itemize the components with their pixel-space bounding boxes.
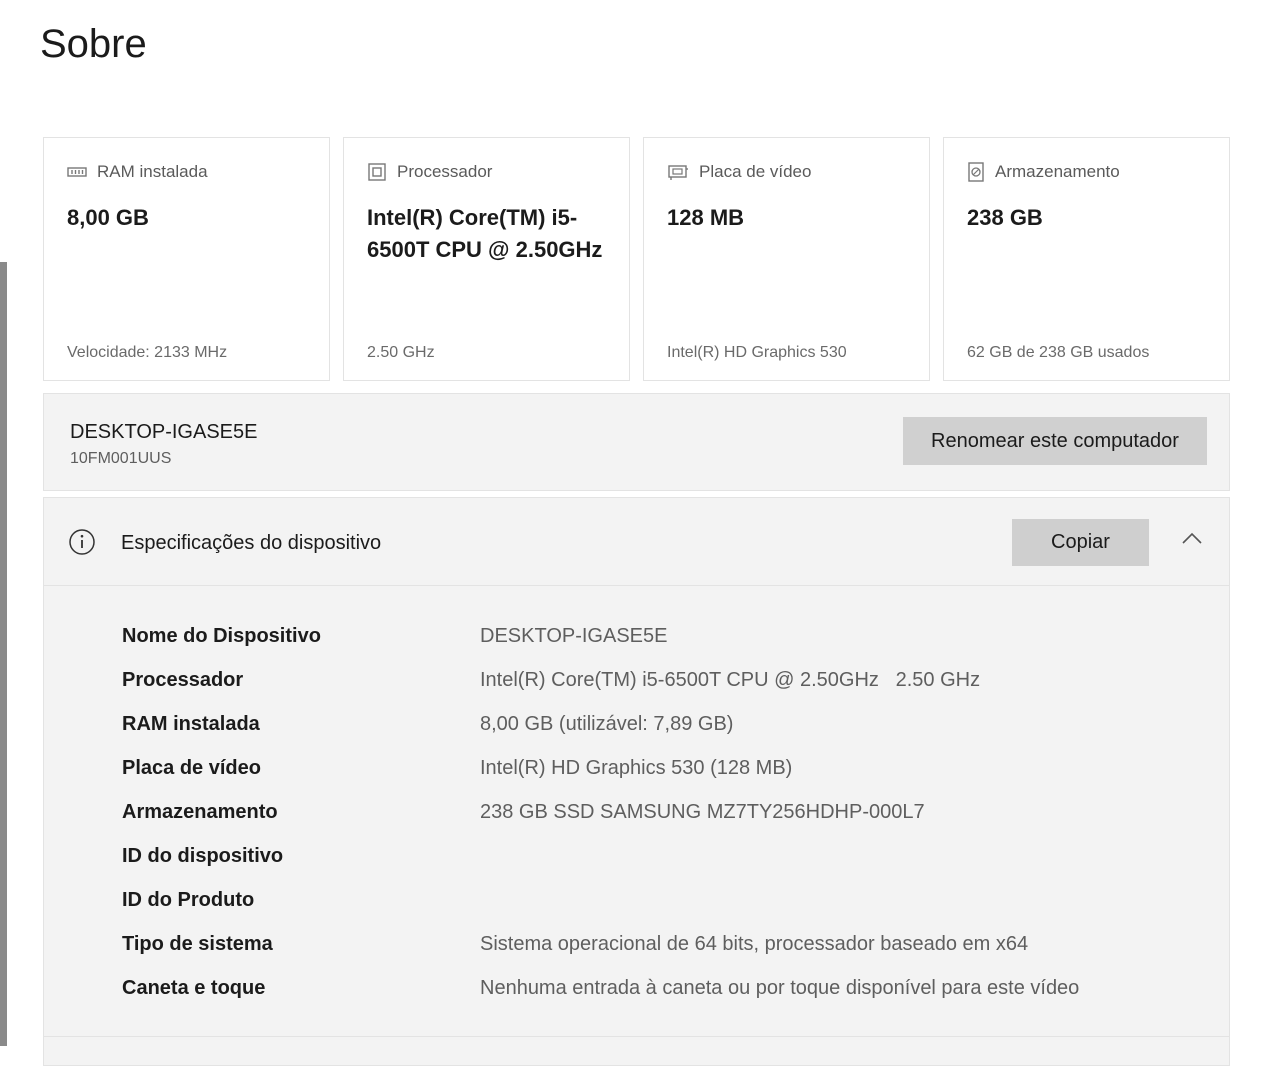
ram-card-footer: Velocidade: 2133 MHz bbox=[67, 344, 228, 361]
spec-row-video-card: Placa de vídeo Intel(R) HD Graphics 530 … bbox=[122, 753, 1202, 783]
video-card: Placa de vídeo 128 MB Intel(R) HD Graphi… bbox=[643, 137, 930, 381]
spec-row-ram: RAM instalada 8,00 GB (utilizável: 7,89 … bbox=[122, 709, 1202, 739]
copy-button[interactable]: Copiar bbox=[1012, 519, 1149, 566]
device-specifications-panel: Especificações do dispositivo Copiar Nom… bbox=[43, 497, 1230, 1066]
spec-row-pen-touch: Caneta e toque Nenhuma entrada à caneta … bbox=[122, 973, 1202, 1003]
spec-label: Processador bbox=[122, 669, 244, 691]
device-name: DESKTOP-IGASE5E bbox=[70, 421, 258, 443]
video-card-value: 128 MB bbox=[667, 205, 745, 230]
video-card-footer: Intel(R) HD Graphics 530 bbox=[667, 344, 847, 361]
spec-label: Caneta e toque bbox=[122, 977, 266, 999]
specs-header[interactable]: Especificações do dispositivo Copiar bbox=[44, 498, 1229, 586]
spec-value: 8,00 GB (utilizável: 7,89 GB) bbox=[480, 713, 734, 735]
hardware-summary-cards: RAM instalada 8,00 GB Velocidade: 2133 M… bbox=[43, 137, 1230, 381]
spec-label: RAM instalada bbox=[122, 713, 260, 735]
storage-card-footer: 62 GB de 238 GB usados bbox=[967, 344, 1150, 361]
device-name-panel: DESKTOP-IGASE5E 10FM001UUS Renomear este… bbox=[43, 393, 1230, 491]
divider bbox=[44, 1036, 1229, 1037]
spec-value: 238 GB SSD SAMSUNG MZ7TY256HDHP-000L7 bbox=[480, 801, 925, 823]
spec-row-system-type: Tipo de sistema Sistema operacional de 6… bbox=[122, 929, 1202, 959]
storage-card: Armazenamento 238 GB 62 GB de 238 GB usa… bbox=[943, 137, 1230, 381]
storage-card-value: 238 GB bbox=[967, 205, 1043, 230]
scrollbar[interactable] bbox=[0, 262, 7, 1046]
storage-icon bbox=[967, 162, 985, 182]
processor-card-value: Intel(R) Core(TM) i5-6500T CPU @ 2.50GHz bbox=[367, 205, 603, 262]
rename-computer-button[interactable]: Renomear este computador bbox=[903, 417, 1207, 465]
specs-title: Especificações do dispositivo bbox=[121, 532, 382, 554]
spec-value: DESKTOP-IGASE5E bbox=[480, 625, 668, 647]
spec-value: Intel(R) HD Graphics 530 (128 MB) bbox=[480, 757, 793, 779]
spec-row-processor: Processador Intel(R) Core(TM) i5-6500T C… bbox=[122, 665, 1202, 695]
processor-card-label: Processador bbox=[397, 162, 493, 181]
storage-card-label: Armazenamento bbox=[995, 162, 1120, 181]
processor-card: Processador Intel(R) Core(TM) i5-6500T C… bbox=[343, 137, 630, 381]
spec-row-storage: Armazenamento 238 GB SSD SAMSUNG MZ7TY25… bbox=[122, 797, 1202, 827]
spec-value: Nenhuma entrada à caneta ou por toque di… bbox=[480, 977, 1080, 999]
page-title: Sobre bbox=[40, 22, 147, 66]
info-icon bbox=[68, 528, 96, 561]
video-card-label: Placa de vídeo bbox=[699, 162, 812, 181]
spec-label: Nome do Dispositivo bbox=[122, 625, 321, 647]
device-model: 10FM001UUS bbox=[70, 450, 172, 467]
spec-label: Placa de vídeo bbox=[122, 757, 261, 779]
spec-label: ID do Produto bbox=[122, 889, 255, 911]
ram-card: RAM instalada 8,00 GB Velocidade: 2133 M… bbox=[43, 137, 330, 381]
processor-icon bbox=[367, 162, 387, 182]
spec-label: ID do dispositivo bbox=[122, 845, 284, 867]
spec-label: Armazenamento bbox=[122, 801, 278, 823]
spec-label: Tipo de sistema bbox=[122, 933, 273, 955]
ram-card-label: RAM instalada bbox=[97, 162, 208, 181]
ram-icon bbox=[67, 165, 87, 179]
spec-value: Intel(R) Core(TM) i5-6500T CPU @ 2.50GHz… bbox=[480, 669, 981, 691]
video-card-icon bbox=[667, 163, 689, 181]
spec-row-product-id: ID do Produto bbox=[122, 885, 1202, 915]
processor-card-footer: 2.50 GHz bbox=[367, 344, 435, 361]
spec-row-device-id: ID do dispositivo bbox=[122, 841, 1202, 871]
ram-card-value: 8,00 GB bbox=[67, 205, 149, 230]
spec-row-device-name: Nome do Dispositivo DESKTOP-IGASE5E bbox=[122, 621, 1202, 651]
chevron-up-icon[interactable] bbox=[1181, 531, 1203, 550]
spec-value: Sistema operacional de 64 bits, processa… bbox=[480, 933, 1029, 955]
